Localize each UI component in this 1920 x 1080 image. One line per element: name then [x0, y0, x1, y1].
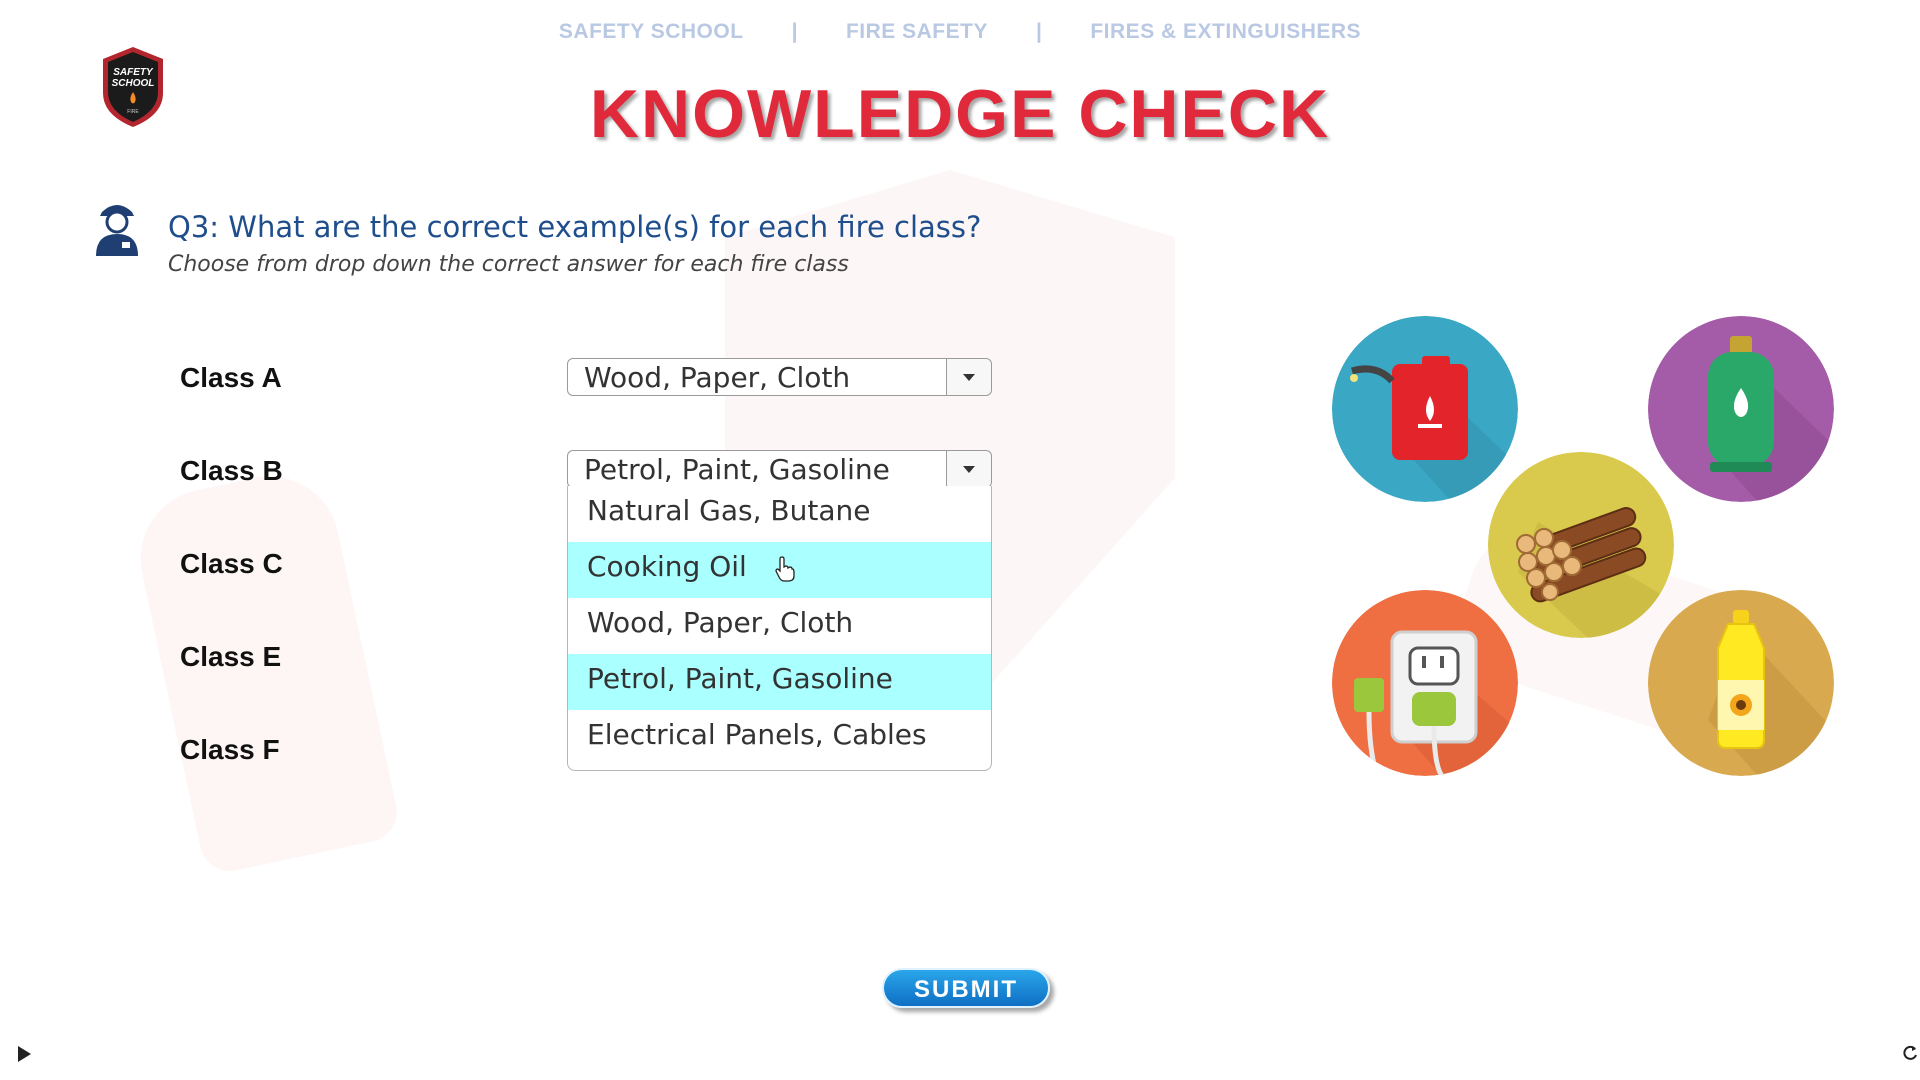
class-label-e: Class E — [180, 641, 282, 672]
class-label-f: Class F — [180, 734, 280, 765]
fuel-can-icon — [1332, 316, 1518, 502]
hand-cursor-icon — [775, 556, 795, 582]
page-title: KNOWLEDGE CHECK — [589, 76, 1331, 152]
question-instruction: Choose from drop down the correct answer… — [168, 252, 849, 277]
dropdown-option-electrical[interactable]: Electrical Panels, Cables — [568, 710, 991, 766]
question-text: Q3: What are the correct example(s) for … — [168, 210, 982, 244]
class-a-selected-value: Wood, Paper, Cloth — [584, 361, 851, 394]
cooking-oil-bottle-icon — [1648, 590, 1834, 776]
play-icon[interactable] — [18, 1046, 31, 1062]
class-b-dropdown[interactable]: Petrol, Paint, Gasoline — [567, 450, 992, 488]
dropdown-option-natural-gas[interactable]: Natural Gas, Butane — [568, 486, 991, 542]
breadcrumb-item-fire-safety: FIRE SAFETY — [845, 20, 988, 43]
breadcrumb-separator: | — [1035, 20, 1043, 43]
breadcrumb-separator: | — [791, 20, 798, 43]
gas-cylinder-icon — [1648, 316, 1834, 502]
firewood-icon — [1488, 452, 1674, 638]
class-b-selected-value: Petrol, Paint, Gasoline — [584, 453, 890, 486]
class-label-b: Class B — [180, 455, 283, 486]
dropdown-option-wood[interactable]: Wood, Paper, Cloth — [568, 598, 991, 654]
breadcrumb-item-fires-extinguishers: FIRES & EXTINGUISHERS — [1090, 20, 1362, 43]
replay-icon[interactable] — [1901, 1044, 1919, 1062]
firefighter-avatar-icon — [92, 198, 142, 256]
chevron-down-icon[interactable] — [946, 359, 991, 395]
class-label-a: Class A — [180, 362, 282, 393]
chevron-down-icon[interactable] — [946, 451, 991, 487]
breadcrumb-item-safety-school: SAFETY SCHOOL — [558, 20, 744, 43]
class-a-dropdown[interactable]: Wood, Paper, Cloth — [567, 358, 992, 396]
dropdown-option-petrol[interactable]: Petrol, Paint, Gasoline — [568, 654, 991, 710]
electrical-outlet-icon — [1332, 590, 1518, 776]
submit-button[interactable]: SUBMIT — [882, 968, 1050, 1008]
class-b-dropdown-list: Natural Gas, Butane Cooking Oil Wood, Pa… — [567, 486, 992, 771]
breadcrumb: SAFETY SCHOOL | FIRE SAFETY | FIRES & EXTING… — [0, 20, 1920, 44]
class-label-c: Class C — [180, 548, 283, 579]
